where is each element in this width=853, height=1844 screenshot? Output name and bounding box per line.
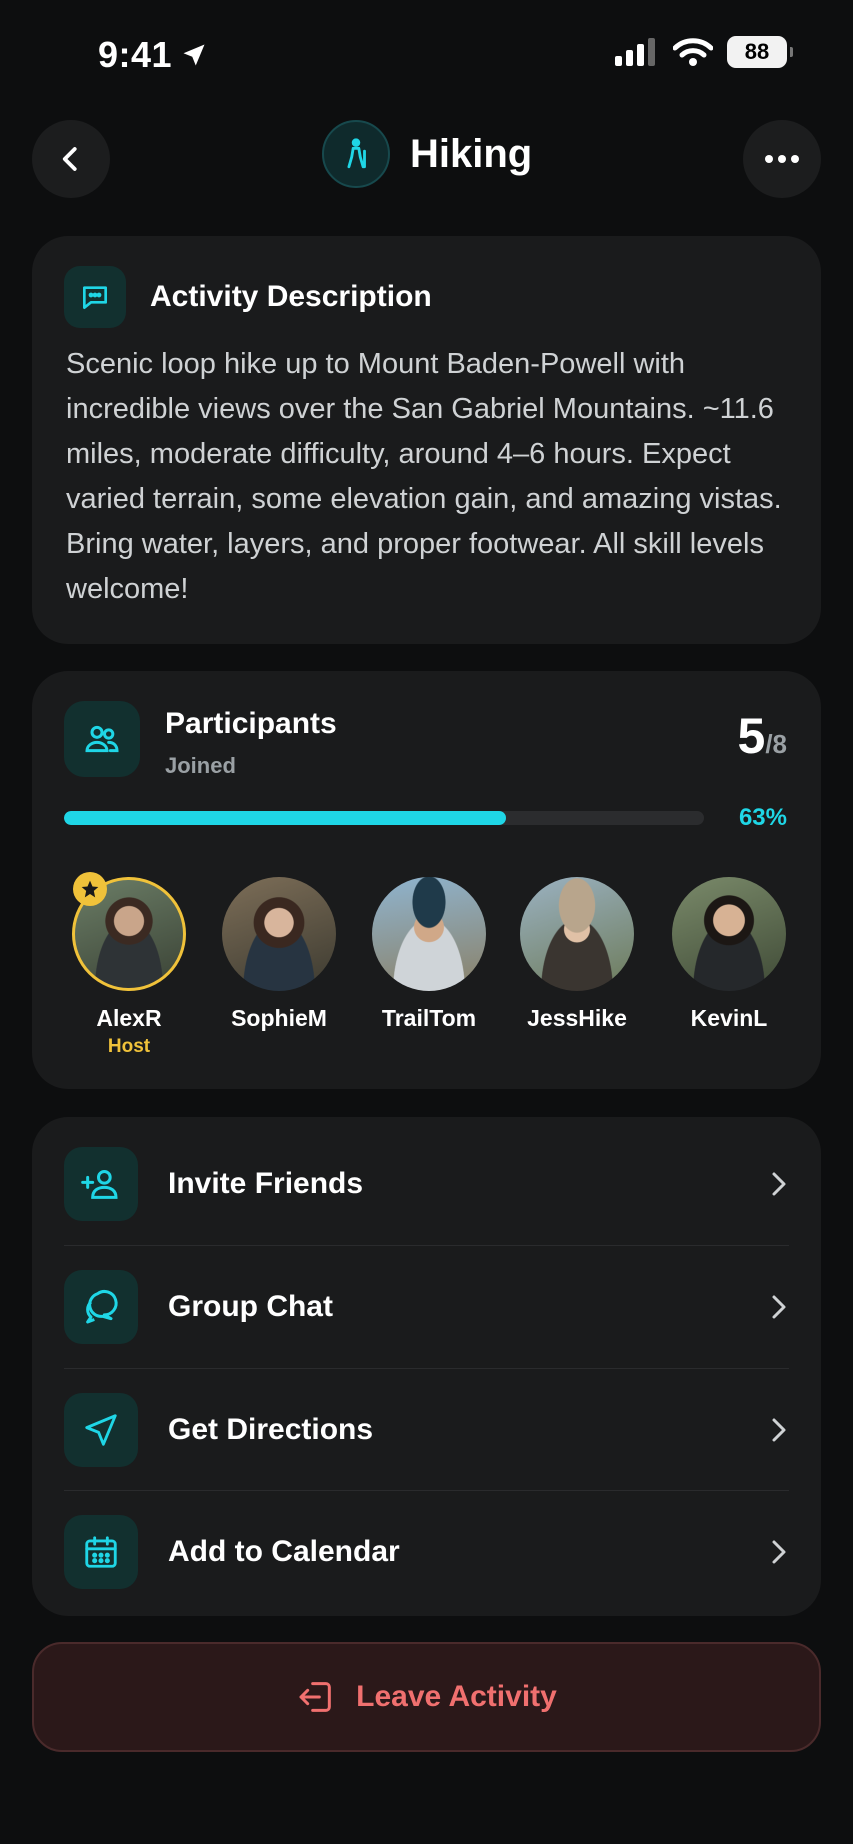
message-icon xyxy=(64,266,126,328)
participants-title: Participants xyxy=(165,707,337,740)
participant-name: JessHike xyxy=(527,1005,627,1031)
chevron-right-icon xyxy=(772,1295,786,1318)
description-card: Activity Description Scenic loop hike up… xyxy=(32,236,821,644)
chat-icon xyxy=(64,1269,138,1344)
chevron-right-icon xyxy=(772,1540,786,1563)
participant-count-max: /8 xyxy=(765,729,787,759)
more-options-button[interactable] xyxy=(743,120,821,198)
header: Hiking xyxy=(0,118,853,198)
cellular-signal-icon xyxy=(615,38,655,66)
participants-percent: 63% xyxy=(738,804,787,831)
status-icons: 88 xyxy=(615,36,793,68)
chevron-left-icon xyxy=(62,147,77,171)
battery-level: 88 xyxy=(744,39,770,64)
users-icon xyxy=(64,701,140,777)
avatar xyxy=(372,877,486,991)
battery-icon: 88 xyxy=(727,36,793,68)
host-star-icon xyxy=(73,872,107,906)
add-to-calendar-label: Add to Calendar xyxy=(168,1534,400,1568)
host-label: Host xyxy=(107,1036,151,1057)
participant-avatars: AlexR Host SophieM TrailTom JessHike Kev… xyxy=(64,872,794,1067)
back-button[interactable] xyxy=(32,120,110,198)
get-directions-row[interactable]: Get Directions xyxy=(64,1368,789,1491)
navigation-icon xyxy=(64,1392,138,1467)
participants-progress-fill xyxy=(64,811,506,825)
participant-sophiem[interactable]: SophieM xyxy=(214,877,344,1032)
avatar xyxy=(72,872,186,991)
get-directions-label: Get Directions xyxy=(168,1412,374,1446)
participants-subtitle: Joined xyxy=(165,753,236,778)
chevron-right-icon xyxy=(772,1418,786,1441)
participant-count-value: 5 xyxy=(737,708,766,764)
participant-jesshike[interactable]: JessHike xyxy=(512,877,642,1032)
location-arrow-icon xyxy=(183,44,205,66)
participant-kevinl[interactable]: KevinL xyxy=(664,877,794,1032)
avatar xyxy=(520,877,634,991)
status-time-label: 9:41 xyxy=(98,34,173,75)
participant-alexr[interactable]: AlexR Host xyxy=(64,872,194,1058)
leave-activity-label: Leave Activity xyxy=(356,1680,557,1713)
participants-progress-bar xyxy=(64,811,704,825)
avatar xyxy=(222,877,336,991)
add-to-calendar-row[interactable]: Add to Calendar xyxy=(64,1490,789,1613)
participant-name: TrailTom xyxy=(381,1005,477,1031)
description-header: Activity Description xyxy=(64,266,432,328)
participant-name: AlexR xyxy=(96,1005,162,1031)
participant-name: SophieM xyxy=(231,1005,327,1031)
actions-card: Invite Friends Group Chat Get Directions xyxy=(32,1117,821,1616)
leave-activity-button[interactable]: Leave Activity xyxy=(32,1642,821,1752)
header-title-group: Hiking xyxy=(322,120,532,188)
invite-friends-label: Invite Friends xyxy=(168,1166,364,1200)
participant-name: KevinL xyxy=(690,1005,768,1031)
page-title: Hiking xyxy=(410,131,533,176)
group-chat-row[interactable]: Group Chat xyxy=(64,1245,789,1368)
hiking-icon xyxy=(322,120,390,188)
invite-friends-row[interactable]: Invite Friends xyxy=(64,1122,789,1245)
participants-card: Participants Joined 5 /8 63% AlexR Host … xyxy=(32,671,821,1089)
description-title: Activity Description xyxy=(150,280,432,313)
participant-trailtom[interactable]: TrailTom xyxy=(364,877,494,1032)
calendar-icon xyxy=(64,1514,138,1589)
status-time: 9:41 xyxy=(98,34,208,76)
wifi-icon xyxy=(673,38,713,66)
participant-count: 5 /8 xyxy=(738,707,788,765)
logout-icon xyxy=(299,1682,332,1712)
status-bar: 9:41 88 xyxy=(0,0,853,110)
description-text: Scenic loop hike up to Mount Baden-Powel… xyxy=(66,348,782,605)
more-horizontal-icon xyxy=(765,155,799,163)
avatar xyxy=(672,877,786,991)
chevron-right-icon xyxy=(772,1172,786,1195)
add-user-icon xyxy=(64,1146,138,1221)
group-chat-label: Group Chat xyxy=(168,1289,333,1323)
